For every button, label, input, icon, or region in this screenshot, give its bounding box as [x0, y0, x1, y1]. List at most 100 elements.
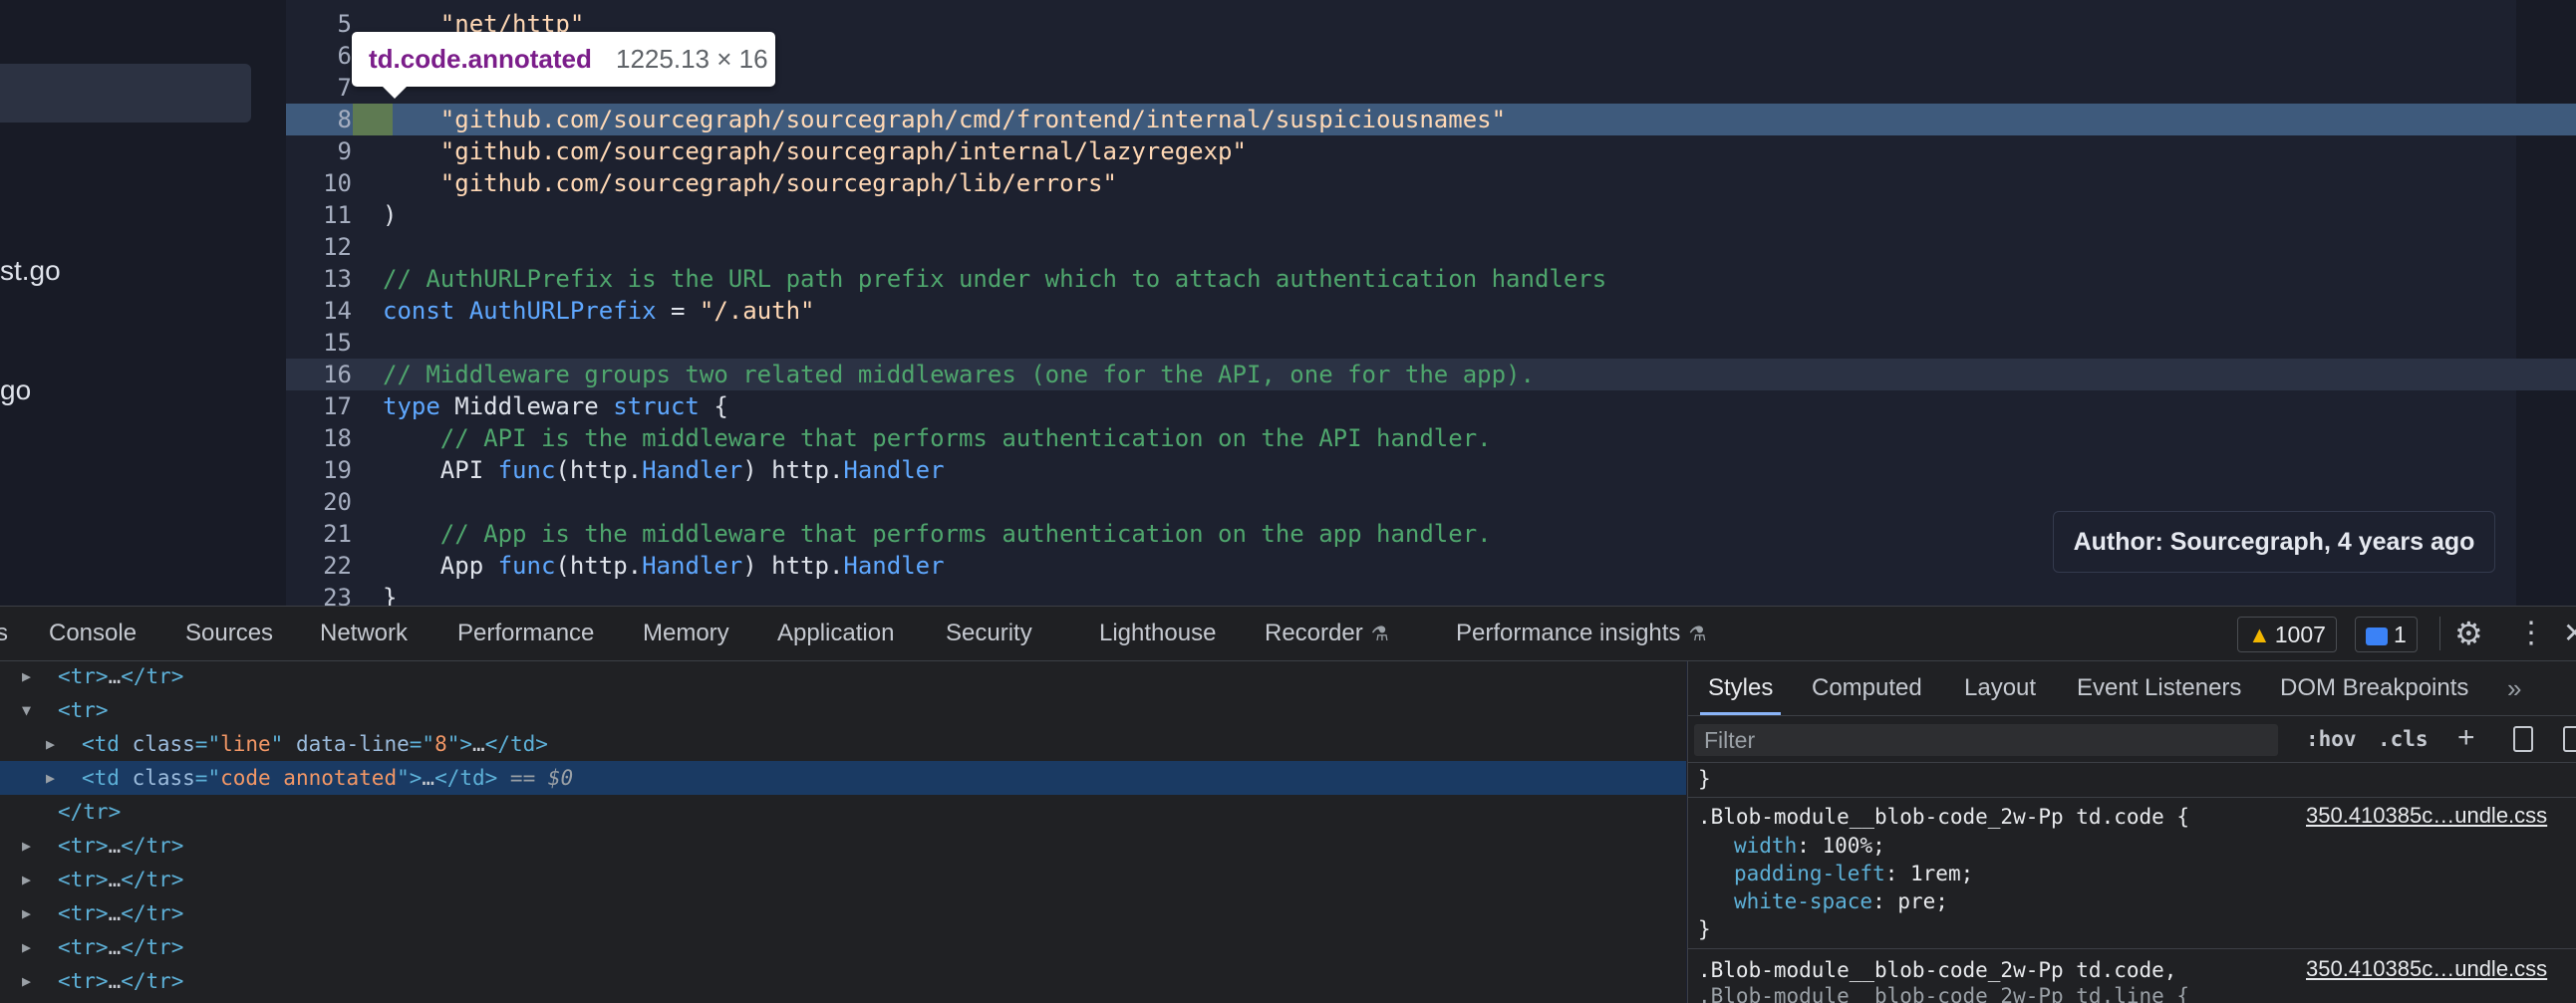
dom-node[interactable]: ▶ <tr>…</tr> — [0, 661, 1686, 693]
expand-triangle-icon[interactable]: ▶ — [22, 863, 31, 896]
tab-layout[interactable]: Layout — [1964, 661, 2036, 715]
file-tree-item[interactable]: st.go — [0, 255, 61, 287]
hover-state-toggle[interactable]: :hov — [2306, 722, 2357, 756]
computed-sidebar-toggle-icon[interactable] — [2563, 726, 2576, 752]
line-number[interactable]: 12 — [286, 231, 352, 263]
code-line[interactable]: 8 "github.com/sourcegraph/sourcegraph/cm… — [286, 104, 2576, 135]
code-line[interactable]: 16 // Middleware groups two related middl… — [286, 359, 2576, 390]
warnings-count: 1007 — [2274, 622, 2326, 647]
dom-node[interactable]: ▶ <tr>…</tr> — [0, 964, 1686, 998]
code-line[interactable]: 11) — [286, 199, 2576, 231]
messages-badge[interactable]: 1 — [2355, 617, 2418, 652]
toolbar-divider — [2439, 617, 2440, 650]
tab-performance[interactable]: Performance — [457, 607, 594, 660]
line-number[interactable]: 17 — [286, 390, 352, 422]
more-options-icon[interactable]: ⋮ — [2516, 612, 2546, 655]
css-rule-source-link[interactable]: 350.410385c…undle.css — [2306, 803, 2547, 829]
line-number[interactable]: 11 — [286, 199, 352, 231]
tab-dom-breakpoints[interactable]: DOM Breakpoints — [2280, 661, 2468, 715]
tab-memory[interactable]: Memory — [643, 607, 729, 660]
dom-node[interactable]: ▶ <tr>…</tr> — [0, 896, 1686, 930]
css-declaration[interactable]: white-space: pre; — [1734, 887, 1948, 915]
line-number[interactable]: 14 — [286, 295, 352, 327]
css-declaration[interactable]: padding-left: 1rem; — [1734, 860, 1973, 887]
styles-filter-input[interactable]: Filter — [1694, 724, 2278, 756]
tab-recorder[interactable]: Recorder ⚗ — [1265, 607, 1389, 660]
blame-author-pill[interactable]: Author: Sourcegraph, 4 years ago — [2053, 511, 2495, 573]
line-number[interactable]: 13 — [286, 263, 352, 295]
class-toggle[interactable]: .cls — [2378, 722, 2429, 756]
line-number[interactable]: 5 — [286, 8, 352, 40]
line-number[interactable]: 8 — [286, 104, 352, 135]
collapse-triangle-icon[interactable]: ▼ — [22, 693, 31, 727]
markup-token: "> — [397, 766, 423, 790]
expand-triangle-icon[interactable]: ▶ — [46, 761, 55, 795]
css-property: white-space — [1734, 889, 1873, 913]
code-line[interactable]: 15 — [286, 327, 2576, 359]
code-line[interactable]: 23} — [286, 582, 2576, 606]
settings-gear-icon[interactable]: ⚙ — [2454, 612, 2483, 655]
warnings-badge[interactable]: ▲ 1007 — [2237, 617, 2337, 652]
css-rule-selector[interactable]: .Blob-module__blob-code_2w-Pp td.code, — [1698, 956, 2176, 984]
tab-security[interactable]: Security — [946, 607, 1032, 660]
code-line[interactable]: 10 "github.com/sourcegraph/sourcegraph/l… — [286, 167, 2576, 199]
tab-elements[interactable]: s — [0, 607, 8, 660]
dom-node[interactable]: ▼ <tr> — [0, 693, 1686, 727]
line-number[interactable]: 7 — [286, 72, 352, 104]
close-icon[interactable]: ✕ — [2563, 612, 2576, 655]
css-rule-selector[interactable]: .Blob-module__blob-code_2w-Pp td.line { — [1698, 982, 2189, 1003]
line-number[interactable]: 10 — [286, 167, 352, 199]
line-number[interactable]: 18 — [286, 422, 352, 454]
code-line[interactable]: 12 — [286, 231, 2576, 263]
tab-sources[interactable]: Sources — [185, 607, 273, 660]
dom-node[interactable]: ▶ <tr>…</tr> — [0, 829, 1686, 863]
file-tree-item[interactable]: go — [0, 375, 31, 406]
code-line[interactable]: 13 // AuthURLPrefix is the URL path prefi… — [286, 263, 2576, 295]
expand-triangle-icon[interactable]: ▶ — [46, 727, 55, 761]
code-line[interactable]: 18 // API is the middleware that perform… — [286, 422, 2576, 454]
expand-triangle-icon[interactable]: ▶ — [22, 661, 31, 693]
dom-node[interactable]: ▶ <td class="line" data-line="8">…</td> — [0, 727, 1686, 761]
dom-node[interactable]: ▶ <tr>…</tr> — [0, 930, 1686, 964]
css-rule-source-link[interactable]: 350.410385c…undle.css — [2306, 956, 2547, 982]
more-tabs-chevron-icon[interactable]: » — [2507, 661, 2521, 715]
line-number[interactable]: 22 — [286, 550, 352, 582]
line-number[interactable]: 15 — [286, 327, 352, 359]
line-number[interactable]: 6 — [286, 40, 352, 72]
new-style-rule-icon[interactable]: + — [2457, 720, 2475, 756]
tab-console[interactable]: Console — [49, 607, 137, 660]
tab-application[interactable]: Application — [777, 607, 894, 660]
tab-styles[interactable]: Styles — [1699, 661, 1782, 715]
code-line[interactable]: 9 "github.com/sourcegraph/sourcegraph/in… — [286, 135, 2576, 167]
css-declaration[interactable]: width: 100%; — [1734, 832, 1885, 860]
code-line[interactable]: 14 const AuthURLPrefix = "/.auth" — [286, 295, 2576, 327]
dom-node[interactable]: ▶ <tr>…</tr> — [0, 863, 1686, 896]
code-line[interactable]: 17 type Middleware struct { — [286, 390, 2576, 422]
dom-node-selected[interactable]: ▶ <td class="code annotated">…</td> == $0 — [0, 761, 1686, 795]
expand-triangle-icon[interactable]: ▶ — [22, 829, 31, 863]
tab-event-listeners[interactable]: Event Listeners — [2077, 661, 2241, 715]
line-number[interactable]: 9 — [286, 135, 352, 167]
tab-performance-insights[interactable]: Performance insights ⚗ — [1456, 607, 1706, 660]
line-number[interactable]: 19 — [286, 454, 352, 486]
styles-subtab-bar: Styles Computed Layout Event Listeners D… — [1688, 661, 2576, 716]
expand-triangle-icon[interactable]: ▶ — [22, 930, 31, 964]
expand-triangle-icon[interactable]: ▶ — [22, 964, 31, 998]
line-number[interactable]: 20 — [286, 486, 352, 518]
code-token: type — [383, 392, 440, 420]
dom-node[interactable]: </tr> — [0, 795, 1686, 829]
file-tree-selected-item[interactable] — [0, 64, 251, 123]
dom-node-markup: <tr>…</tr> — [58, 863, 183, 896]
tab-lighthouse[interactable]: Lighthouse — [1099, 607, 1216, 660]
line-number[interactable]: 23 — [286, 582, 352, 606]
line-number[interactable]: 21 — [286, 518, 352, 550]
expand-triangle-icon[interactable]: ▶ — [22, 896, 31, 930]
line-number[interactable]: 16 — [286, 359, 352, 390]
css-rule-selector[interactable]: .Blob-module__blob-code_2w-Pp td.code { — [1698, 803, 2189, 831]
tab-computed[interactable]: Computed — [1812, 661, 1922, 715]
code-line[interactable]: 19 API func(http.Handler) http.Handler — [286, 454, 2576, 486]
tab-network[interactable]: Network — [320, 607, 408, 660]
rendering-emulation-icon[interactable] — [2513, 726, 2533, 752]
code-text: type Middleware struct { — [383, 390, 728, 422]
